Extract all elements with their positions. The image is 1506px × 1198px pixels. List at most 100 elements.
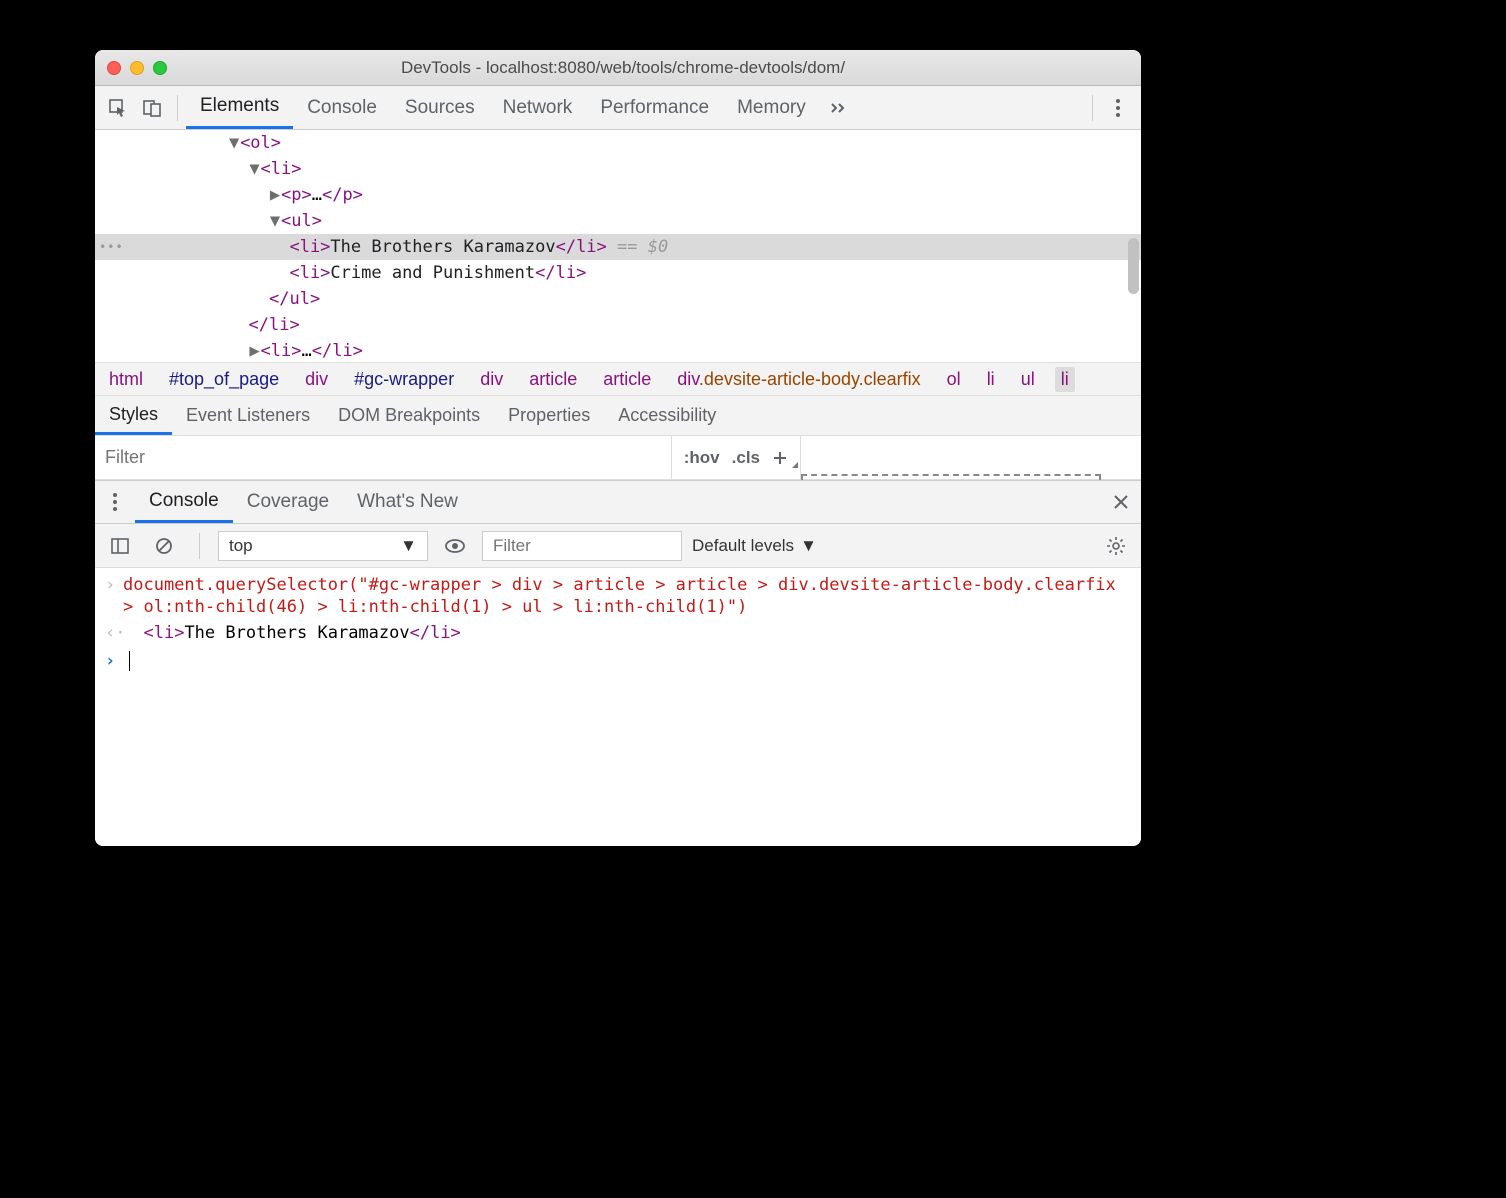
crumb-ul[interactable]: ul [1015, 367, 1041, 392]
live-expression-icon[interactable] [438, 529, 472, 563]
text-cursor [129, 651, 130, 671]
console-settings-gear-icon[interactable] [1099, 529, 1133, 563]
tag-li-close[interactable]: </li> [249, 315, 300, 335]
tag-ul-open[interactable]: <ul> [281, 211, 322, 231]
tab-network[interactable]: Network [489, 86, 587, 129]
drawer-tab-console[interactable]: Console [135, 481, 233, 523]
prompt-chevron-icon: › [105, 650, 123, 672]
main-toolbar: Elements Console Sources Network Perform… [95, 86, 1141, 130]
subtab-event-listeners[interactable]: Event Listeners [172, 396, 324, 435]
subtab-accessibility[interactable]: Accessibility [604, 396, 730, 435]
crumb-article[interactable]: article [523, 367, 583, 392]
crumb-li-selected[interactable]: li [1055, 367, 1075, 392]
main-tabs: Elements Console Sources Network Perform… [186, 86, 1084, 129]
subtab-styles[interactable]: Styles [95, 396, 172, 435]
crumb-ol[interactable]: ol [941, 367, 967, 392]
console-result: <li>The Brothers Karamazov</li> [123, 622, 1131, 644]
tab-console[interactable]: Console [293, 86, 391, 129]
separator [1092, 95, 1093, 121]
chevron-down-icon: ▼ [400, 536, 417, 556]
dom-node[interactable]: <li>Crime and Punishment</li> [95, 260, 1141, 286]
separator [199, 533, 200, 559]
drawer-tab-whats-new[interactable]: What's New [343, 481, 472, 523]
tag-li-open[interactable]: <li> [261, 159, 302, 179]
drawer-kebab-icon[interactable] [95, 481, 135, 523]
crumb-html[interactable]: html [103, 367, 149, 392]
tab-performance[interactable]: Performance [586, 86, 723, 129]
indent [95, 315, 249, 335]
tag-ol-open[interactable]: <ol> [240, 133, 281, 153]
disclosure-triangle-icon[interactable]: ▼ [249, 156, 261, 182]
styles-toolbar: :hov .cls [95, 436, 1141, 480]
input-chevron-icon: › [105, 574, 123, 618]
dom-tree[interactable]: ▼<ol> ▼<li> ▶<p>…</p> ▼<ul> <li>The Brot… [95, 130, 1141, 362]
cls-toggle[interactable]: .cls [732, 448, 760, 468]
tag-li-open: <li> [289, 237, 330, 257]
close-drawer-icon[interactable] [1101, 481, 1141, 523]
disclosure-triangle-icon[interactable]: ▶ [249, 338, 261, 362]
indent [95, 341, 249, 361]
execution-context-select[interactable]: top ▼ [218, 531, 428, 561]
device-toggle-icon[interactable] [135, 91, 169, 125]
scrollbar-thumb[interactable] [1128, 238, 1139, 294]
crumb-div[interactable]: div [474, 367, 509, 392]
drawer-tabs: Console Coverage What's New [95, 480, 1141, 524]
tag-p-close[interactable]: </p> [322, 185, 363, 205]
disclosure-triangle-icon[interactable]: ▼ [269, 208, 281, 234]
hov-toggle[interactable]: :hov [684, 448, 720, 468]
disclosure-triangle-icon[interactable]: ▶ [269, 182, 281, 208]
tag-li-open: <li> [289, 263, 330, 283]
console-filter-input[interactable] [482, 531, 682, 561]
titlebar: DevTools - localhost:8080/web/tools/chro… [95, 50, 1141, 86]
crumb-li[interactable]: li [981, 367, 1001, 392]
tab-memory[interactable]: Memory [723, 86, 820, 129]
crumb-tag: div [677, 369, 699, 389]
tab-sources[interactable]: Sources [391, 86, 489, 129]
tab-elements[interactable]: Elements [186, 86, 293, 129]
log-levels-select[interactable]: Default levels ▼ [692, 536, 817, 556]
dollar-zero-hint: == $0 [607, 237, 668, 257]
selected-dom-node[interactable]: <li>The Brothers Karamazov</li> == $0 [95, 234, 1141, 260]
settings-kebab-icon[interactable] [1101, 98, 1135, 118]
crumb-div-devsite[interactable]: div.devsite-article-body.clearfix [671, 367, 926, 392]
crumb-div[interactable]: div [299, 367, 334, 392]
drawer-tab-coverage[interactable]: Coverage [233, 481, 343, 523]
console-output[interactable]: › document.querySelector("#gc-wrapper > … [95, 568, 1141, 846]
new-style-rule-button[interactable] [772, 450, 788, 466]
ellipsis: … [312, 185, 322, 205]
tag-li-close: </li> [410, 623, 461, 643]
tag-li-close[interactable]: </li> [312, 341, 363, 361]
subtab-dom-breakpoints[interactable]: DOM Breakpoints [324, 396, 494, 435]
console-output-line[interactable]: ‹· <li>The Brothers Karamazov</li> [95, 620, 1141, 646]
more-tabs-chevron-icon[interactable] [820, 86, 858, 129]
text-node: The Brothers Karamazov [184, 623, 409, 643]
dom-breadcrumb: html #top_of_page div #gc-wrapper div ar… [95, 362, 1141, 396]
indent [95, 159, 249, 179]
tag-li-open[interactable]: <li> [261, 341, 302, 361]
ellipsis: … [301, 341, 311, 361]
indent [95, 263, 289, 283]
indent [95, 185, 269, 205]
console-input-line: › document.querySelector("#gc-wrapper > … [95, 572, 1141, 620]
crumb-top-of-page[interactable]: #top_of_page [163, 367, 285, 392]
text-node: The Brothers Karamazov [330, 237, 555, 257]
disclosure-triangle-icon[interactable]: ▼ [228, 130, 240, 156]
console-sidebar-toggle-icon[interactable] [103, 529, 137, 563]
crumb-article[interactable]: article [597, 367, 657, 392]
window-title: DevTools - localhost:8080/web/tools/chro… [117, 58, 1129, 78]
crumb-gc-wrapper[interactable]: #gc-wrapper [348, 367, 460, 392]
tag-ul-close[interactable]: </ul> [269, 289, 320, 309]
tag-li-close: </li> [535, 263, 586, 283]
context-value: top [229, 536, 253, 556]
console-prompt[interactable]: › [95, 646, 1141, 676]
inspect-element-icon[interactable] [101, 91, 135, 125]
indent [95, 211, 269, 231]
text-node: Crime and Punishment [330, 263, 535, 283]
styles-filter-input[interactable] [95, 436, 672, 479]
chevron-down-icon: ▼ [800, 536, 817, 556]
clear-console-icon[interactable] [147, 529, 181, 563]
elements-subtabs: Styles Event Listeners DOM Breakpoints P… [95, 396, 1141, 436]
console-toolbar: top ▼ Default levels ▼ [95, 524, 1141, 568]
subtab-properties[interactable]: Properties [494, 396, 604, 435]
tag-p-open[interactable]: <p> [281, 185, 312, 205]
